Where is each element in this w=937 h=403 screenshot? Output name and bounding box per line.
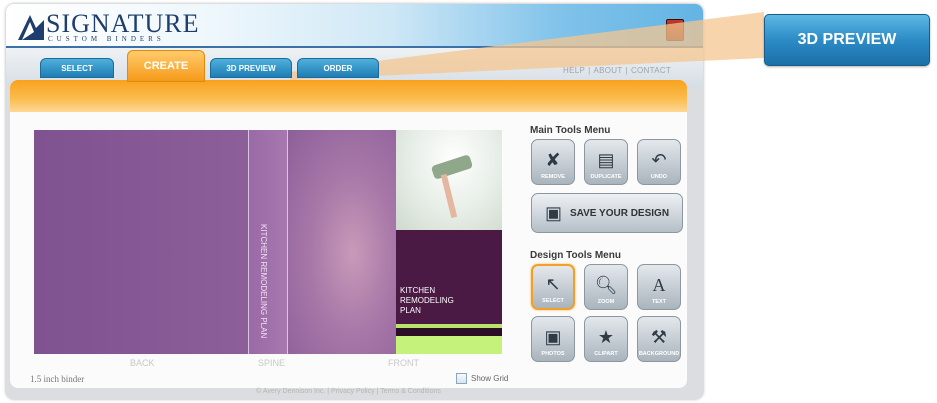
paint-roller-photo[interactable] bbox=[396, 130, 502, 230]
photos-tool-label: PHOTOS bbox=[541, 351, 565, 357]
select-tool-button[interactable]: ↖ SELECT bbox=[531, 264, 575, 310]
logo-icon bbox=[18, 15, 44, 40]
background-icon: ⚒ bbox=[650, 327, 668, 347]
spine-label: SPINE bbox=[258, 358, 286, 368]
tab-select[interactable]: SELECT bbox=[40, 58, 114, 78]
front-stripe bbox=[396, 336, 502, 354]
pointer-icon: ↖ bbox=[545, 274, 561, 294]
spine-text[interactable]: KITCHEN REMODELING PLAN bbox=[259, 224, 268, 354]
front-stripe bbox=[396, 328, 502, 336]
duplicate-label: DUPLICATE bbox=[590, 174, 622, 180]
tab-3d-preview[interactable]: 3D PREVIEW bbox=[210, 58, 292, 78]
main-tools-title: Main Tools Menu bbox=[530, 125, 611, 136]
binder-design-canvas[interactable]: KITCHEN REMODELING PLAN KITCHEN REMODELI… bbox=[34, 130, 502, 354]
remove-label: REMOVE bbox=[541, 174, 565, 180]
callout-3d-preview-button[interactable]: 3D PREVIEW bbox=[764, 14, 930, 66]
clipart-tool-button[interactable]: ★ CLIPART bbox=[584, 316, 628, 362]
text-tool-label: TEXT bbox=[651, 299, 667, 305]
spine-panel[interactable] bbox=[248, 130, 288, 354]
binder-size-label: 1.5 inch binder bbox=[30, 374, 85, 384]
zoom-tool-button[interactable]: 🔍︎ ZOOM bbox=[584, 264, 628, 310]
back-panel[interactable] bbox=[34, 130, 248, 354]
front-title-line-3: PLAN bbox=[400, 306, 421, 315]
clipart-icon: ★ bbox=[597, 327, 615, 347]
background-tool-button[interactable]: ⚒ BACKGROUND bbox=[637, 316, 681, 362]
undo-icon: ↶ bbox=[651, 150, 667, 170]
design-tools-title: Design Tools Menu bbox=[530, 250, 621, 261]
show-grid-label: Show Grid bbox=[471, 374, 509, 383]
footer: © Avery Dennison Inc. | Privacy Policy |… bbox=[256, 388, 441, 395]
duplicate-button[interactable]: ▤ DUPLICATE bbox=[584, 139, 628, 185]
clipart-tool-label: CLIPART bbox=[594, 351, 618, 357]
zoom-icon: 🔍︎ bbox=[594, 275, 618, 295]
duplicate-icon: ▤ bbox=[597, 150, 615, 170]
text-tool-button[interactable]: A TEXT bbox=[637, 264, 681, 310]
text-icon: A bbox=[652, 275, 666, 295]
select-tool-label: SELECT bbox=[542, 298, 564, 304]
remove-button[interactable]: ✘ REMOVE bbox=[531, 139, 575, 185]
zoom-tool-label: ZOOM bbox=[597, 299, 615, 305]
background-photo bbox=[288, 130, 396, 354]
save-icon: ▣ bbox=[544, 202, 562, 223]
save-design-button[interactable]: ▣ SAVE YOUR DESIGN bbox=[531, 193, 683, 233]
show-grid-checkbox[interactable] bbox=[456, 373, 467, 384]
photos-icon: ▣ bbox=[544, 327, 562, 347]
roller-shape bbox=[430, 154, 474, 180]
front-title-line-1: KITCHEN bbox=[400, 286, 436, 295]
tab-create[interactable]: CREATE bbox=[127, 50, 205, 82]
back-label: BACK bbox=[130, 358, 155, 368]
remove-icon: ✘ bbox=[545, 150, 561, 170]
tab-order[interactable]: ORDER bbox=[297, 58, 379, 78]
roller-handle-shape bbox=[440, 173, 458, 219]
background-tool-label: BACKGROUND bbox=[638, 351, 680, 357]
front-label: FRONT bbox=[388, 358, 419, 368]
front-panel[interactable]: KITCHEN REMODELING PLAN bbox=[396, 130, 502, 354]
brand-tagline: CUSTOM BINDERS bbox=[48, 35, 165, 43]
save-design-label: SAVE YOUR DESIGN bbox=[569, 207, 670, 219]
front-title-line-2: REMODELING bbox=[400, 296, 454, 305]
front-title[interactable]: KITCHEN REMODELING PLAN bbox=[400, 286, 454, 316]
undo-button[interactable]: ↶ UNDO bbox=[637, 139, 681, 185]
undo-label: UNDO bbox=[650, 174, 668, 180]
front-title-block: KITCHEN REMODELING PLAN bbox=[396, 230, 502, 324]
show-grid-toggle[interactable]: Show Grid bbox=[456, 373, 508, 384]
photos-tool-button[interactable]: ▣ PHOTOS bbox=[531, 316, 575, 362]
